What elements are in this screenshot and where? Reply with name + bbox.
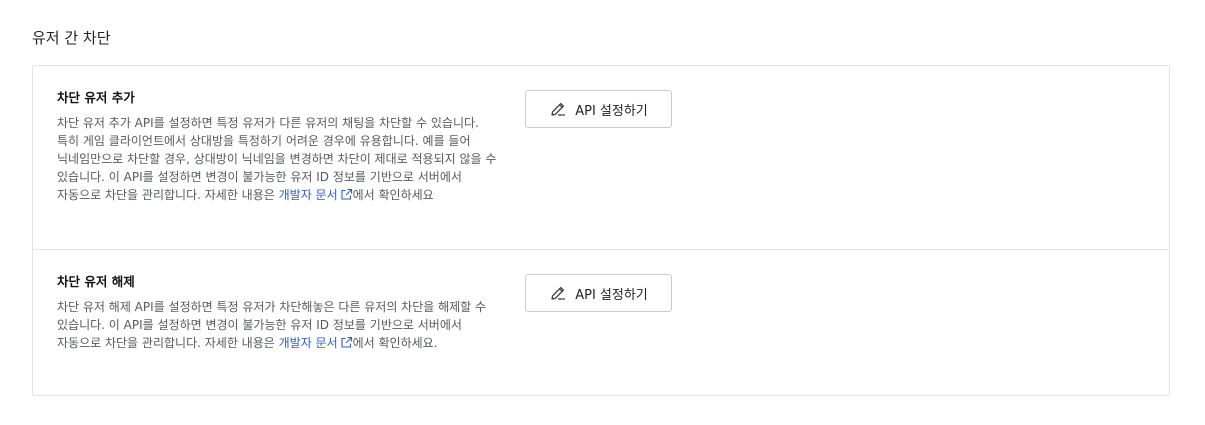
- link-label[interactable]: 개발자 문서: [279, 336, 338, 350]
- block-settings-panel: 차단 유저 추가 차단 유저 추가 API를 설정하면 특정 유저가 다른 유저…: [32, 65, 1170, 396]
- row-text: 차단 유저 해제 차단 유저 해제 API를 설정하면 특정 유저가 차단해놓은…: [57, 273, 497, 354]
- row-description: 차단 유저 추가 API를 설정하면 특정 유저가 다른 유저의 채팅을 차단할…: [57, 114, 497, 206]
- row-title: 차단 유저 해제: [57, 274, 135, 289]
- button-label[interactable]: API 설정하기: [575, 284, 648, 303]
- api-settings-button[interactable]: API 설정하기: [525, 274, 672, 312]
- external-link-icon: [340, 188, 353, 206]
- row-title: 차단 유저 추가: [57, 90, 135, 105]
- pencil-icon: [549, 284, 567, 302]
- api-settings-button[interactable]: API 설정하기: [525, 90, 672, 128]
- row-text: 차단 유저 추가 차단 유저 추가 API를 설정하면 특정 유저가 다른 유저…: [57, 89, 497, 206]
- row-description: 차단 유저 해제 API를 설정하면 특정 유저가 차단해놓은 다른 유저의 차…: [57, 298, 497, 354]
- button-label[interactable]: API 설정하기: [575, 100, 648, 119]
- block-user-remove-row: 차단 유저 해제 차단 유저 해제 API를 설정하면 특정 유저가 차단해놓은…: [33, 250, 1169, 395]
- section-title: 유저 간 차단: [32, 29, 111, 47]
- developer-docs-link[interactable]: 개발자 문서: [279, 188, 353, 202]
- link-label[interactable]: 개발자 문서: [279, 188, 338, 202]
- block-user-add-row: 차단 유저 추가 차단 유저 추가 API를 설정하면 특정 유저가 다른 유저…: [33, 66, 1169, 250]
- external-link-icon: [340, 336, 353, 354]
- description-text: 에서 확인하세요: [352, 188, 434, 202]
- description-text: 에서 확인하세요.: [352, 336, 438, 350]
- developer-docs-link[interactable]: 개발자 문서: [279, 336, 353, 350]
- pencil-icon: [549, 100, 567, 118]
